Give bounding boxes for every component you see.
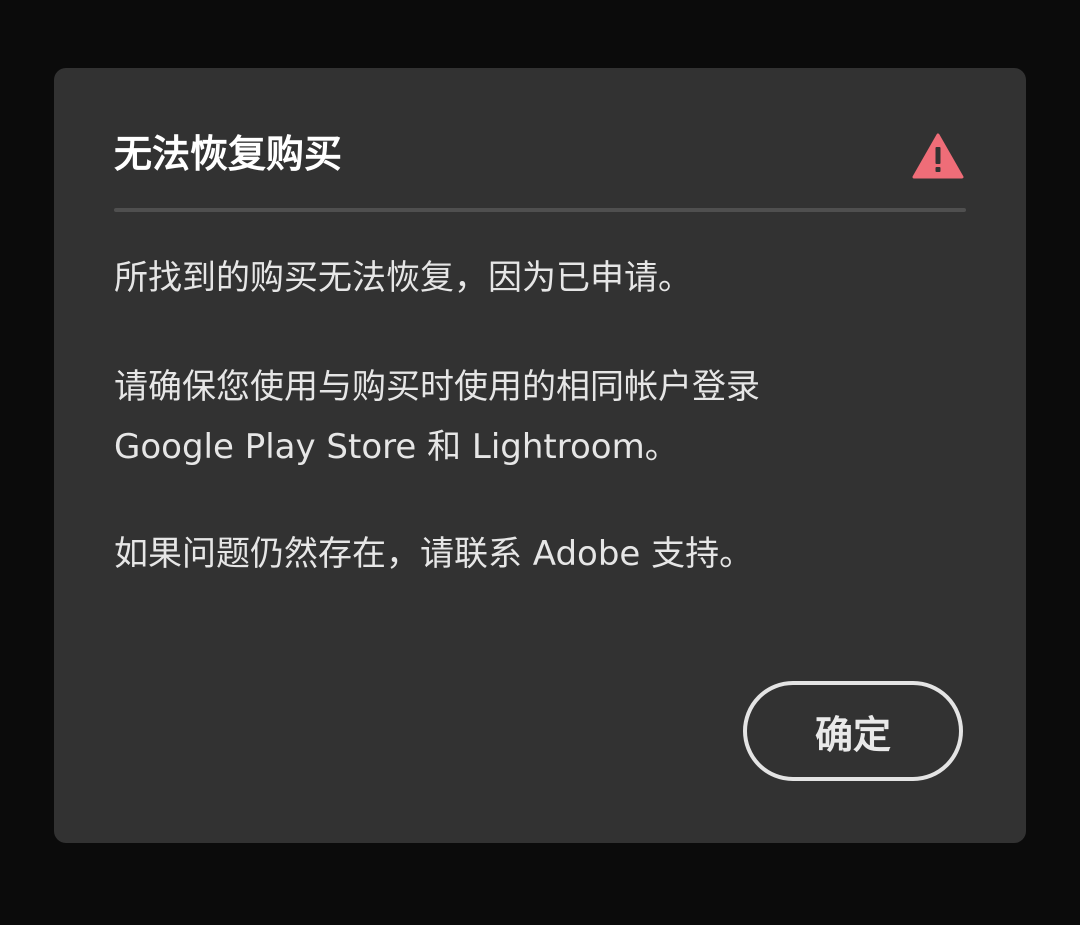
restore-purchase-error-dialog: 无法恢复购买 所找到的购买无法恢复，因为已申请。 请确保您使用与购买时使用的相同… [54,68,1026,843]
message-line-1: 所找到的购买无法恢复，因为已申请。 [114,258,692,298]
header-divider [114,208,966,212]
ok-button[interactable]: 确定 [743,681,963,781]
message-line-3: Google Play Store 和 Lightroom。 [114,427,679,467]
dialog-title: 无法恢复购买 [114,132,343,176]
message-line-2: 请确保您使用与购买时使用的相同帐户登录 [114,367,760,407]
alert-triangle-icon [912,133,964,179]
message-line-4: 如果问题仍然存在，请联系 Adobe 支持。 [114,534,754,574]
